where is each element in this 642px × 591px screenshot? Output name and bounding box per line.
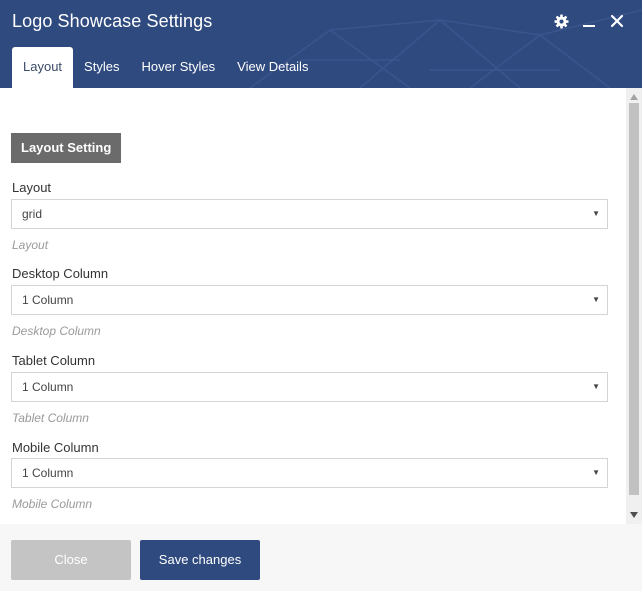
tab-view-details[interactable]: View Details (226, 47, 319, 88)
header-controls (552, 12, 626, 30)
gear-icon[interactable] (552, 12, 570, 30)
desktop-column-label: Desktop Column (12, 266, 109, 281)
scroll-up-icon[interactable] (626, 90, 642, 104)
tablet-column-select-value: 1 Column (22, 380, 74, 394)
mobile-column-select-value: 1 Column (22, 466, 74, 480)
mobile-column-select[interactable]: 1 Column ▼ (11, 458, 608, 488)
minimize-icon[interactable] (580, 12, 598, 30)
layout-select[interactable]: grid ▼ (11, 199, 608, 229)
layout-label: Layout (12, 180, 52, 195)
mobile-column-hint: Mobile Column (12, 497, 93, 511)
scrollbar-thumb[interactable] (629, 103, 639, 495)
settings-panel: Layout Setting Layout grid ▼ Layout Desk… (0, 88, 626, 524)
tablet-column-label: Tablet Column (12, 353, 96, 368)
tab-layout[interactable]: Layout (12, 47, 74, 88)
caret-down-icon: ▼ (592, 295, 600, 304)
tab-styles[interactable]: Styles (73, 47, 130, 88)
save-changes-button[interactable]: Save changes (140, 540, 260, 580)
close-button[interactable]: Close (11, 540, 131, 580)
vertical-scrollbar[interactable] (626, 88, 642, 524)
dialog-title: Logo Showcase Settings (12, 11, 213, 31)
caret-down-icon: ▼ (592, 382, 600, 391)
dialog-header: Logo Showcase Settings Layout Styles Hov… (0, 0, 642, 88)
layout-select-value: grid (22, 207, 43, 221)
settings-dialog: Logo Showcase Settings Layout Styles Hov… (0, 0, 642, 591)
layout-hint: Layout (12, 238, 49, 252)
tab-bar: Layout Styles Hover Styles View Details (12, 47, 319, 88)
tablet-column-select[interactable]: 1 Column ▼ (11, 372, 608, 402)
desktop-column-select[interactable]: 1 Column ▼ (11, 285, 608, 315)
caret-down-icon: ▼ (592, 468, 600, 477)
scroll-down-icon[interactable] (626, 508, 642, 522)
desktop-column-select-value: 1 Column (22, 293, 74, 307)
caret-down-icon: ▼ (592, 209, 600, 218)
tablet-column-hint: Tablet Column (12, 411, 89, 425)
tab-hover-styles[interactable]: Hover Styles (130, 47, 226, 88)
close-icon[interactable] (608, 12, 626, 30)
desktop-column-hint: Desktop Column (12, 324, 101, 338)
section-title: Layout Setting (11, 133, 122, 163)
dialog-footer: Close Save changes (0, 524, 642, 591)
mobile-column-label: Mobile Column (12, 440, 99, 455)
